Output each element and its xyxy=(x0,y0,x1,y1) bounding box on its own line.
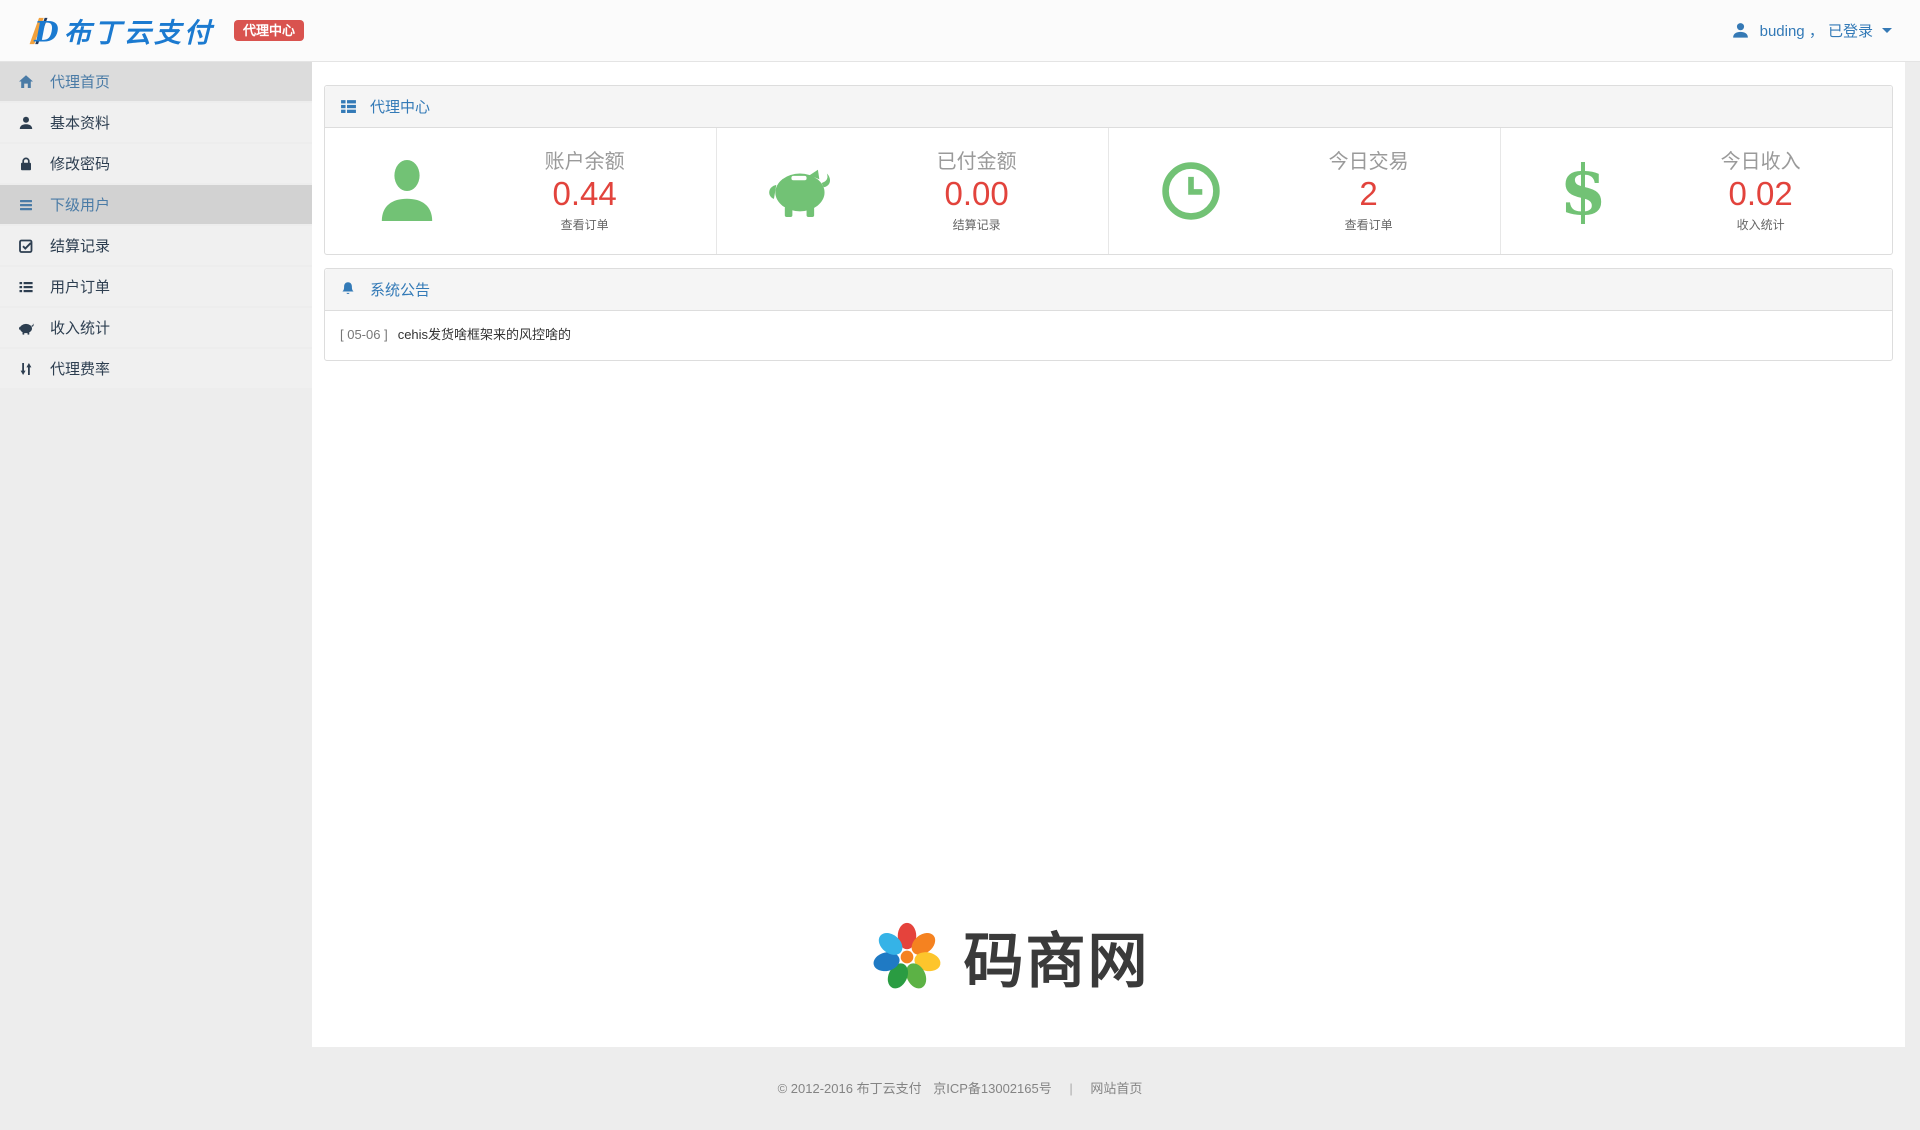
stat-label: 账户余额 xyxy=(489,149,680,175)
announcement-panel: 系统公告 [ 05-06 ] cehis发货啥框架来的风控啥的 xyxy=(324,268,1893,361)
stat-value: 0.00 xyxy=(881,175,1072,213)
announcement-panel-title: 系统公告 xyxy=(370,279,430,300)
stat-link[interactable]: 查看订单 xyxy=(1273,216,1464,233)
sidebar-item-label: 收入统计 xyxy=(50,317,110,338)
stat-value: 2 xyxy=(1273,175,1464,213)
sidebar-item-修改密码[interactable]: 修改密码 xyxy=(0,144,312,183)
brand-name: 布丁云支付 xyxy=(64,11,214,50)
stat-label: 已付金额 xyxy=(881,149,1072,175)
flower-logo-icon xyxy=(868,918,946,996)
stat-link[interactable]: 收入统计 xyxy=(1665,216,1856,233)
sidebar-item-label: 代理费率 xyxy=(50,358,110,379)
footer-divider: | xyxy=(1069,1081,1072,1096)
person-stat-icon xyxy=(325,156,489,226)
footer-copyright: © 2012-2016 布丁云支付 xyxy=(778,1081,922,1096)
user-login-status: buding ， 已登录 xyxy=(1760,20,1873,41)
stat-card-今日交易[interactable]: 今日交易 2 查看订单 xyxy=(1108,128,1500,254)
watermark-text: 码商网 xyxy=(964,913,1150,1000)
brand-logo-icon: D xyxy=(22,15,56,47)
user-menu[interactable]: buding ， 已登录 xyxy=(1731,20,1892,41)
user-avatar-icon xyxy=(1731,21,1750,40)
stat-label: 今日交易 xyxy=(1273,149,1464,175)
sidebar-item-label: 基本资料 xyxy=(50,112,110,133)
bars-icon xyxy=(18,197,34,213)
announcement-text: cehis发货啥框架来的风控啥的 xyxy=(398,327,571,342)
caret-down-icon xyxy=(1882,28,1892,33)
stat-link[interactable]: 查看订单 xyxy=(489,216,680,233)
sidebar-item-收入统计[interactable]: 收入统计 xyxy=(0,308,312,347)
sort-icon xyxy=(18,361,34,377)
main-content: 代理中心 账户余额 0.44 查看订单 已付金额 0.00 结算记录 今日交易 xyxy=(312,62,1905,1047)
stat-card-账户余额[interactable]: 账户余额 0.44 查看订单 xyxy=(325,128,716,254)
sidebar-item-结算记录[interactable]: 结算记录 xyxy=(0,226,312,265)
footer-icp: 京ICP备13002165号 xyxy=(933,1081,1052,1096)
sidebar-item-label: 修改密码 xyxy=(50,153,110,174)
bell-icon xyxy=(340,281,357,298)
lock-icon xyxy=(18,156,34,172)
announcement-item[interactable]: [ 05-06 ] cehis发货啥框架来的风控啥的 xyxy=(325,311,1892,360)
dollar-stat-icon: $ xyxy=(1501,157,1665,225)
stat-card-今日收入[interactable]: $ 今日收入 0.02 收入统计 xyxy=(1500,128,1892,254)
sidebar-item-基本资料[interactable]: 基本资料 xyxy=(0,103,312,142)
piggy-stat-icon xyxy=(717,163,881,220)
list-icon xyxy=(18,279,34,295)
announcement-list: [ 05-06 ] cehis发货啥框架来的风控啥的 xyxy=(325,311,1892,360)
stat-value: 0.44 xyxy=(489,175,680,213)
agent-center-panel-heading: 代理中心 xyxy=(325,86,1892,128)
agent-center-badge[interactable]: 代理中心 xyxy=(234,20,304,41)
stat-label: 今日收入 xyxy=(1665,149,1856,175)
stats-row: 账户余额 0.44 查看订单 已付金额 0.00 结算记录 今日交易 2 查看订… xyxy=(325,128,1892,254)
page-footer: © 2012-2016 布丁云支付 京ICP备13002165号 | 网站首页 xyxy=(0,1047,1920,1130)
sidebar-item-label: 下级用户 xyxy=(50,194,110,215)
home-icon xyxy=(18,74,34,90)
sidebar-item-用户订单[interactable]: 用户订单 xyxy=(0,267,312,306)
svg-text:D: D xyxy=(33,14,59,48)
announcement-panel-heading: 系统公告 xyxy=(325,269,1892,311)
sidebar-item-label: 代理首页 xyxy=(50,71,110,92)
sidebar-nav: 代理首页 基本资料 修改密码 下级用户 结算记录 用户订单 收入统计 代理费率 xyxy=(0,62,312,1130)
top-bar: D 布丁云支付 代理中心 buding ， 已登录 xyxy=(0,0,1920,62)
announcement-date: [ 05-06 ] xyxy=(340,327,388,342)
clock-stat-icon xyxy=(1109,159,1273,223)
user-icon xyxy=(18,115,34,131)
sidebar-item-label: 结算记录 xyxy=(50,235,110,256)
check-square-icon xyxy=(18,238,34,254)
sidebar-item-代理首页[interactable]: 代理首页 xyxy=(0,62,312,101)
logo[interactable]: D 布丁云支付 代理中心 xyxy=(22,11,304,50)
agent-center-panel: 代理中心 账户余额 0.44 查看订单 已付金额 0.00 结算记录 今日交易 xyxy=(324,85,1893,255)
agent-center-panel-title: 代理中心 xyxy=(370,96,430,117)
sidebar-item-下级用户[interactable]: 下级用户 xyxy=(0,185,312,224)
sidebar-item-代理费率[interactable]: 代理费率 xyxy=(0,349,312,388)
site-watermark: 码商网 xyxy=(312,913,1905,1000)
stat-link[interactable]: 结算记录 xyxy=(881,216,1072,233)
th-list-icon xyxy=(340,98,357,115)
piggy-icon xyxy=(18,320,34,336)
stat-value: 0.02 xyxy=(1665,175,1856,213)
stat-card-已付金额[interactable]: 已付金额 0.00 结算记录 xyxy=(716,128,1108,254)
footer-home-link[interactable]: 网站首页 xyxy=(1090,1081,1142,1096)
sidebar-item-label: 用户订单 xyxy=(50,276,110,297)
